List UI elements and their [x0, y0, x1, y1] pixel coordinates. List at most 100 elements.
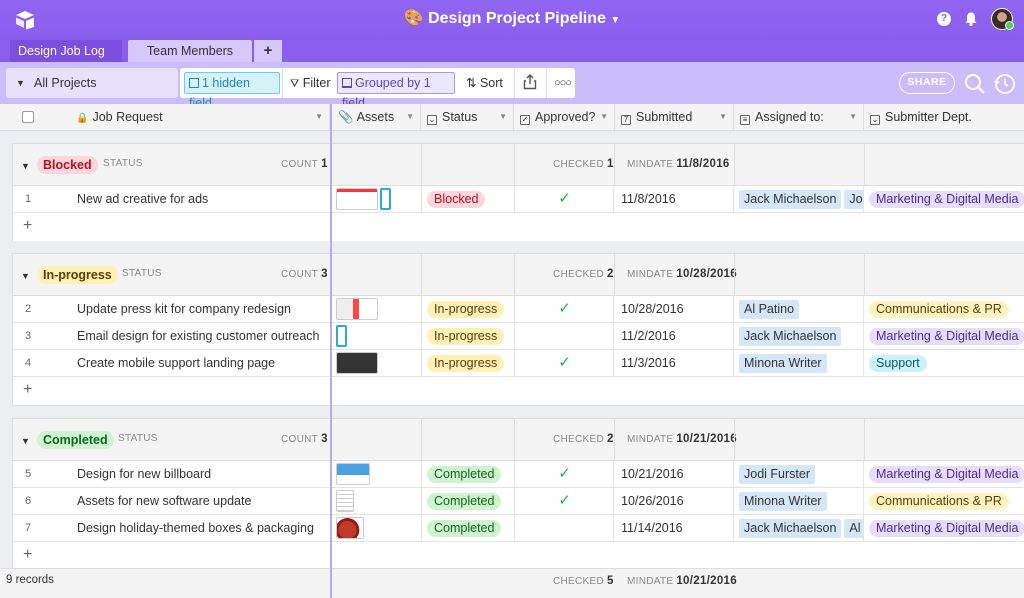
filter-button[interactable]: ⛛ Filter	[286, 72, 335, 94]
collapse-triangle-icon[interactable]: ▼	[21, 436, 30, 446]
job-request-cell[interactable]: Design holiday-themed boxes & packaging	[43, 515, 331, 542]
column-header-job-request[interactable]: 🔒 Job Request ▼	[44, 104, 330, 131]
bell-icon[interactable]	[963, 11, 979, 27]
assets-cell[interactable]	[333, 350, 422, 377]
approved-cell[interactable]	[516, 515, 614, 542]
status-cell[interactable]: In-progress	[423, 296, 515, 323]
assigned-cell[interactable]: Al Patino	[735, 296, 864, 323]
job-request-cell[interactable]: Design for new billboard	[43, 461, 331, 488]
asset-thumbnail[interactable]	[336, 490, 354, 512]
assigned-cell[interactable]: Jack MichaelsonJodi F	[735, 186, 864, 213]
tab-design-job-log[interactable]: Design Job Log ▼	[10, 40, 122, 79]
airtable-logo-icon[interactable]	[14, 10, 36, 30]
asset-thumbnail[interactable]	[336, 352, 378, 374]
dept-cell[interactable]: Marketing & Digital Media	[865, 186, 1024, 213]
dept-cell[interactable]: Marketing & Digital Media	[865, 323, 1024, 350]
submitted-cell[interactable]: 10/28/2016	[615, 296, 734, 323]
dept-cell[interactable]: Marketing & Digital Media	[865, 461, 1024, 488]
frozen-column-divider[interactable]	[330, 104, 332, 598]
assigned-cell[interactable]: Jodi Furster	[735, 461, 864, 488]
hide-fields-button[interactable]: 1 hidden field	[184, 72, 280, 110]
column-header-status[interactable]: ⌄ Status ▼	[421, 104, 514, 131]
table-row[interactable]: 6 Assets for new software update Complet…	[13, 488, 1024, 515]
job-request-cell[interactable]: New ad creative for ads	[43, 186, 331, 213]
approved-cell[interactable]: ✓	[516, 186, 614, 213]
asset-thumbnail[interactable]	[336, 325, 347, 347]
job-request-cell[interactable]: Email design for existing customer outre…	[43, 323, 331, 350]
submitted-cell[interactable]: 11/8/2016	[615, 186, 734, 213]
column-header-assets[interactable]: 📎 Assets ▼	[332, 104, 421, 131]
approved-cell[interactable]: ✓	[516, 296, 614, 323]
share-view-icon[interactable]	[518, 72, 542, 94]
help-icon[interactable]: ?	[937, 12, 951, 26]
assets-cell[interactable]	[333, 323, 422, 350]
chevron-down-icon[interactable]: ▼	[406, 104, 414, 130]
column-header-approved[interactable]: ✓ Approved? ▼	[514, 104, 615, 131]
table-row[interactable]: 4 Create mobile support landing page In-…	[13, 350, 1024, 377]
dept-cell[interactable]: Communications & PR	[865, 296, 1024, 323]
submitted-cell[interactable]: 11/2/2016	[615, 323, 734, 350]
job-request-cell[interactable]: Create mobile support landing page	[43, 350, 331, 377]
collapse-triangle-icon[interactable]: ▼	[21, 161, 30, 171]
assets-cell[interactable]	[333, 515, 422, 542]
dept-cell[interactable]: Marketing & Digital Media	[865, 515, 1024, 542]
status-cell[interactable]: In-progress	[423, 350, 515, 377]
more-options-icon[interactable]: ○○○	[550, 72, 574, 94]
asset-thumbnail[interactable]	[336, 463, 370, 485]
chevron-down-icon[interactable]: ▼	[315, 104, 323, 130]
search-icon[interactable]	[962, 71, 988, 97]
submitted-cell[interactable]: 11/3/2016	[615, 350, 734, 377]
job-request-cell[interactable]: Assets for new software update	[43, 488, 331, 515]
status-cell[interactable]: Blocked	[423, 186, 515, 213]
table-row[interactable]: 5 Design for new billboard Completed ✓ 1…	[13, 461, 1024, 488]
base-title-button[interactable]: 🎨 Design Project Pipeline ▼	[404, 10, 621, 27]
column-header-assigned-to[interactable]: ≡ Assigned to: ▼	[734, 104, 864, 131]
assets-cell[interactable]	[333, 296, 422, 323]
table-row[interactable]: 2 Update press kit for company redesign …	[13, 296, 1024, 323]
history-icon[interactable]	[992, 71, 1018, 97]
group-header[interactable]: ▼ In-progress STATUS COUNT 3 CHECKED 2 MIN…	[13, 254, 1024, 296]
approved-cell[interactable]: ✓	[516, 350, 614, 377]
asset-thumbnail[interactable]	[336, 298, 378, 320]
status-cell[interactable]: Completed	[423, 515, 515, 542]
assets-cell[interactable]	[333, 461, 422, 488]
footer-mindate-summary[interactable]: MINDATE 10/21/2016	[627, 575, 737, 587]
chevron-down-icon[interactable]: ▼	[499, 104, 507, 130]
add-row-button[interactable]: +	[13, 543, 1024, 570]
submitted-cell[interactable]: 10/21/2016	[615, 461, 734, 488]
assets-cell[interactable]	[333, 186, 422, 213]
asset-thumbnail[interactable]	[380, 188, 391, 210]
assigned-cell[interactable]: Minona Writer	[735, 488, 864, 515]
add-row-button[interactable]: +	[13, 214, 1024, 241]
column-header-submitter-dept[interactable]: ⌄ Submitter Dept.	[864, 104, 1024, 131]
collapse-triangle-icon[interactable]: ▼	[21, 271, 30, 281]
assigned-cell[interactable]: Jack MichaelsonAl Pa	[735, 515, 864, 542]
assigned-cell[interactable]: Minona Writer	[735, 350, 864, 377]
add-table-button[interactable]: +	[254, 40, 282, 62]
submitted-cell[interactable]: 11/14/2016	[615, 515, 734, 542]
chevron-down-icon[interactable]: ▼	[849, 104, 857, 130]
share-button[interactable]: SHARE	[899, 72, 955, 94]
asset-thumbnail[interactable]	[336, 188, 378, 210]
assigned-cell[interactable]: Jack Michaelson	[735, 323, 864, 350]
select-all-checkbox[interactable]	[22, 111, 34, 123]
status-cell[interactable]: Completed	[423, 461, 515, 488]
dept-cell[interactable]: Communications & PR	[865, 488, 1024, 515]
table-row[interactable]: 7 Design holiday-themed boxes & packagin…	[13, 515, 1024, 542]
approved-cell[interactable]: ✓	[516, 488, 614, 515]
status-cell[interactable]: In-progress	[423, 323, 515, 350]
group-button[interactable]: Grouped by 1 field	[337, 72, 455, 110]
approved-cell[interactable]: ✓	[516, 461, 614, 488]
group-header[interactable]: ▼ Completed STATUS COUNT 3 CHECKED 2 MINDA…	[13, 419, 1024, 461]
chevron-down-icon[interactable]: ▼	[719, 104, 727, 130]
assets-cell[interactable]	[333, 488, 422, 515]
column-header-submitted[interactable]: 7 Submitted ▼	[615, 104, 734, 131]
group-header[interactable]: ▼ Blocked STATUS COUNT 1 CHECKED 1 MINDATE…	[13, 144, 1024, 186]
submitted-cell[interactable]: 10/26/2016	[615, 488, 734, 515]
asset-thumbnail[interactable]	[336, 517, 364, 539]
status-cell[interactable]: Completed	[423, 488, 515, 515]
job-request-cell[interactable]: Update press kit for company redesign	[43, 296, 331, 323]
footer-checked-summary[interactable]: CHECKED 5	[553, 575, 614, 587]
approved-cell[interactable]	[516, 323, 614, 350]
sort-button[interactable]: ⇅ Sort	[462, 72, 507, 94]
